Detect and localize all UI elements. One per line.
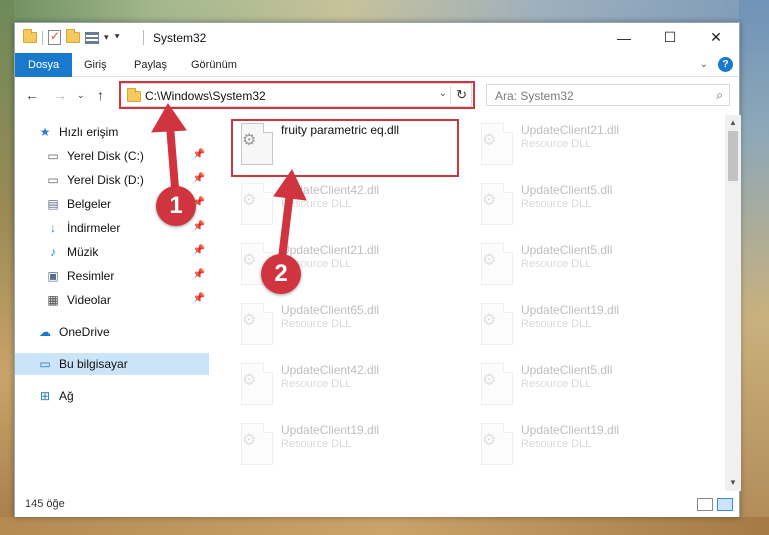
arrow-2-head — [273, 168, 307, 201]
annotation-arrows — [151, 103, 307, 262]
step-2-badge: 2 — [261, 254, 301, 294]
step-1-badge: 1 — [156, 186, 196, 226]
arrow-1-head — [151, 103, 187, 133]
arrow-2-shaft — [278, 188, 294, 262]
